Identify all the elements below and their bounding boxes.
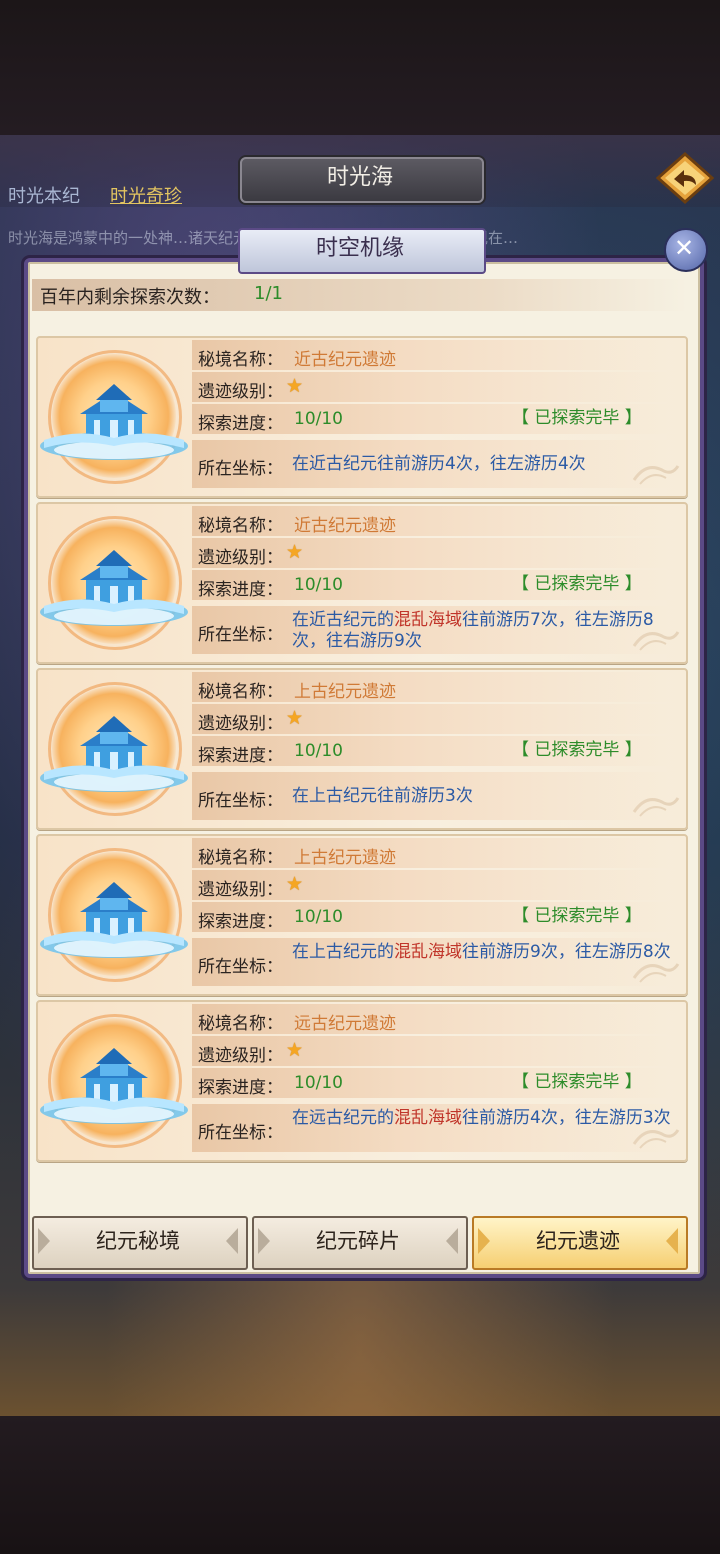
name-label: 秘境名称：	[198, 1014, 283, 1034]
bottom-tab-label[interactable]: 纪元碎片	[252, 1216, 464, 1266]
coord-text: 往前游历4次，往左游历3次	[462, 1108, 671, 1128]
coord-highlight: 混乱海域	[394, 942, 462, 962]
progress-label: 探索进度：	[198, 580, 283, 600]
bottom-tab-label[interactable]: 纪元秘境	[32, 1216, 244, 1266]
coord-label: 所在坐标：	[198, 459, 283, 479]
coord-text: 在近古纪元往前游历4次，往左游历4次	[292, 454, 586, 474]
remaining-label: 百年内剩余探索次数：	[40, 287, 220, 308]
coord-value: 在远古纪元的混乱海域往前游历4次，往左游历3次	[292, 1108, 672, 1129]
coord-text: 在近古纪元的	[292, 610, 394, 630]
coord-text: 在上古纪元往前游历3次	[292, 786, 473, 806]
scene-tab-treasures[interactable]: 时光奇珍	[110, 182, 182, 208]
name-label: 秘境名称：	[198, 848, 283, 868]
coord-value: 在近古纪元的混乱海域往前游历7次，往左游历8次，往右游历9次	[292, 610, 672, 652]
coord-label: 所在坐标：	[198, 1123, 283, 1143]
progress-label: 探索进度：	[198, 912, 283, 932]
name-label: 秘境名称：	[198, 516, 283, 536]
coord-text: 往前游历9次，往左游历8次	[462, 942, 671, 962]
progress-value: 10/10	[294, 907, 343, 927]
status-complete: 【 已探索完毕 】	[512, 1072, 642, 1092]
name-label: 秘境名称：	[198, 682, 283, 702]
progress-value: 10/10	[294, 575, 343, 595]
coord-text: 在远古纪元的	[292, 1108, 394, 1128]
status-complete: 【 已探索完毕 】	[512, 408, 642, 428]
ruin-name: 上古纪元遗迹	[294, 848, 396, 868]
coord-label: 所在坐标：	[198, 625, 283, 645]
ruin-name: 近古纪元遗迹	[294, 516, 396, 536]
palace-icon	[40, 1048, 188, 1124]
star-icon: ★	[286, 375, 304, 397]
coord-value: 在上古纪元的混乱海域往前游历9次，往左游历8次	[292, 942, 672, 963]
ruin-name: 远古纪元遗迹	[294, 1014, 396, 1034]
coord-highlight: 混乱海域	[394, 610, 462, 630]
progress-label: 探索进度：	[198, 746, 283, 766]
palace-icon	[40, 716, 188, 792]
scene-title: 时光海	[326, 165, 393, 190]
level-label: 遗迹级别：	[198, 548, 283, 568]
progress-value: 10/10	[294, 409, 343, 429]
name-label: 秘境名称：	[198, 350, 283, 370]
coord-label: 所在坐标：	[198, 791, 283, 811]
level-label: 遗迹级别：	[198, 714, 283, 734]
star-icon: ★	[286, 1039, 304, 1061]
bottom-letterbox	[0, 1416, 720, 1554]
scene-tab-history[interactable]: 时光本纪	[8, 182, 80, 208]
top-letterbox	[0, 0, 720, 135]
coord-value: 在近古纪元往前游历4次，往左游历4次	[292, 454, 672, 475]
close-icon[interactable]: ✕	[664, 228, 704, 268]
status-complete: 【 已探索完毕 】	[512, 740, 642, 760]
progress-value: 10/10	[294, 1073, 343, 1093]
progress-label: 探索进度：	[198, 1078, 283, 1098]
level-label: 遗迹级别：	[198, 1046, 283, 1066]
star-icon: ★	[286, 707, 304, 729]
ruin-name: 上古纪元遗迹	[294, 682, 396, 702]
progress-label: 探索进度：	[198, 414, 283, 434]
status-complete: 【 已探索完毕 】	[512, 574, 642, 594]
status-complete: 【 已探索完毕 】	[512, 906, 642, 926]
coord-value: 在上古纪元往前游历3次	[292, 786, 672, 807]
back-arrow-icon[interactable]	[656, 152, 714, 204]
level-label: 遗迹级别：	[198, 880, 283, 900]
palace-icon	[40, 550, 188, 626]
level-label: 遗迹级别：	[198, 382, 283, 402]
bottom-tab-label[interactable]: 纪元遗迹	[472, 1216, 684, 1266]
ruin-name: 近古纪元遗迹	[294, 350, 396, 370]
palace-icon	[40, 882, 188, 958]
star-icon: ★	[286, 541, 304, 563]
modal-title: 时空机缘	[315, 236, 404, 261]
coord-highlight: 混乱海域	[394, 1108, 462, 1128]
star-icon: ★	[286, 873, 304, 895]
coord-label: 所在坐标：	[198, 957, 283, 977]
palace-icon	[40, 384, 188, 460]
progress-value: 10/10	[294, 741, 343, 761]
remaining-value: 1/1	[254, 283, 283, 304]
coord-text: 在上古纪元的	[292, 942, 394, 962]
